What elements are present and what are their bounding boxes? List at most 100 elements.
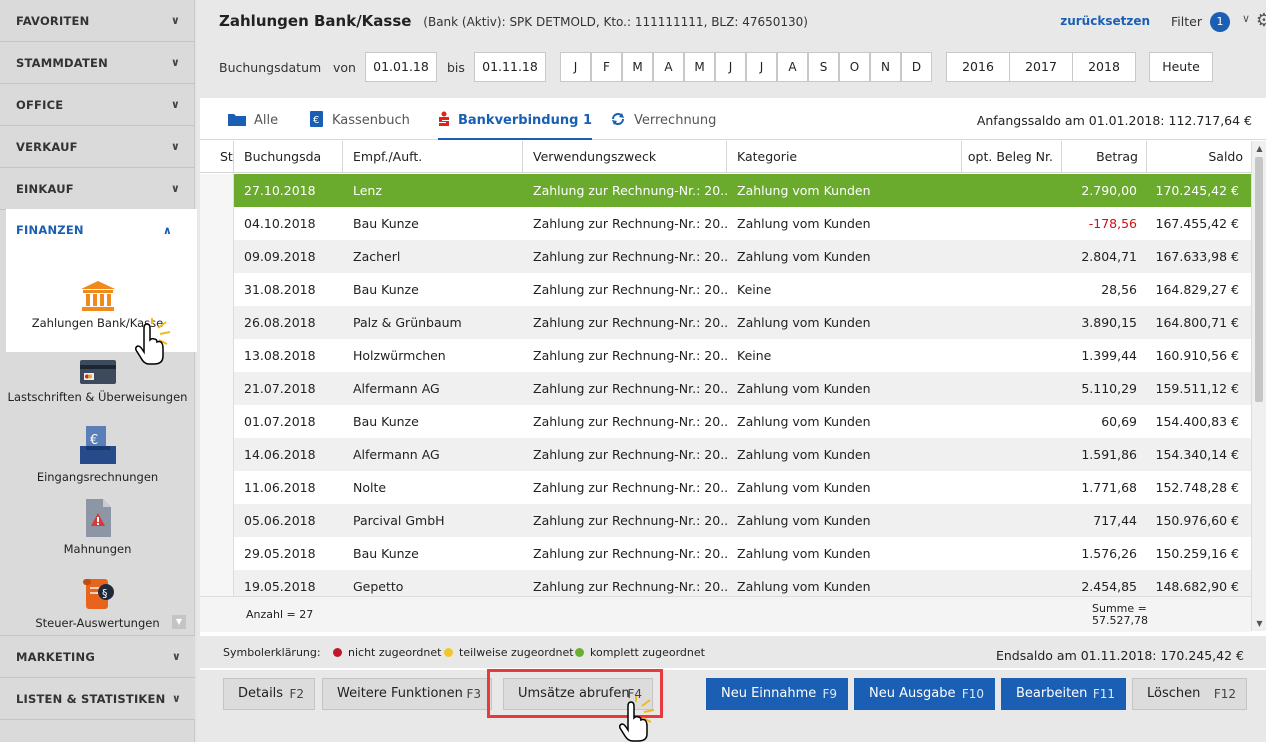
month-button-nov[interactable]: N	[870, 52, 901, 82]
sidebar-item-zahlungen[interactable]: Zahlungen Bank/Kasse	[0, 280, 195, 330]
from-date-input[interactable]: 01.01.18	[365, 52, 437, 82]
legend-item-partial: teilweise zugeordnet	[444, 646, 574, 659]
nav-section-listen-statistiken[interactable]: LISTEN & STATISTIKEN ∨	[0, 678, 195, 720]
nav-section-finanzen[interactable]: FINANZEN ∧	[6, 209, 186, 251]
table-row[interactable]: 29.05.2018 Bau Kunze Zahlung zur Rechnung-…	[200, 537, 1251, 570]
scroll-up-icon[interactable]: ▲	[1252, 141, 1266, 156]
month-button-aug[interactable]: A	[777, 52, 808, 82]
cell-category: Keine	[737, 282, 772, 297]
sidebar: FAVORITEN ∨ STAMMDATEN ∨ OFFICE ∨ VERKAU…	[0, 0, 198, 742]
new-expense-button[interactable]: Neu Ausgabe F10	[854, 678, 995, 710]
cell-purpose: Zahlung zur Rechnung-Nr.: 20...	[533, 480, 727, 495]
tab-kassenbuch[interactable]: € Kassenbuch	[310, 98, 410, 140]
month-button-jul[interactable]: J	[746, 52, 777, 82]
folder-icon	[228, 113, 246, 126]
cell-purpose: Zahlung zur Rechnung-Nr.: 20...	[533, 414, 727, 429]
button-label: Umsätze abrufen	[518, 686, 630, 701]
tab-verrechnung[interactable]: Verrechnung	[610, 98, 716, 140]
cell-status	[200, 537, 234, 570]
sidebar-item-steuer-auswertungen[interactable]: § Steuer-Auswertungen	[0, 576, 195, 630]
tab-bankverbindung-1[interactable]: Bankverbindung 1	[438, 98, 592, 140]
nav-section-favoriten[interactable]: FAVORITEN ∨	[0, 0, 194, 42]
table-row[interactable]: 27.10.2018 Lenz Zahlung zur Rechnung-Nr.: …	[200, 174, 1251, 207]
column-header-amount[interactable]: Betrag	[1062, 141, 1147, 173]
month-button-apr[interactable]: A	[653, 52, 684, 82]
column-header-party[interactable]: Empf./Auft.	[343, 141, 523, 173]
cell-amount: 3.890,15	[1081, 315, 1137, 330]
year-button-2017[interactable]: 2017	[1009, 52, 1073, 82]
date-filter-label: Buchungsdatum	[219, 60, 322, 75]
table-row[interactable]: 11.06.2018 Nolte Zahlung zur Rechnung-Nr.:…	[200, 471, 1251, 504]
cell-status	[200, 471, 234, 504]
nav-section-einkauf[interactable]: EINKAUF ∨	[0, 168, 194, 210]
sidebar-item-lastschriften[interactable]: Lastschriften & Überweisungen	[0, 358, 195, 404]
table-row[interactable]: 31.08.2018 Bau Kunze Zahlung zur Rechnung-…	[200, 273, 1251, 306]
delete-button[interactable]: Löschen F12	[1132, 678, 1247, 710]
table-row[interactable]: 01.07.2018 Bau Kunze Zahlung zur Rechnung-…	[200, 405, 1251, 438]
cell-balance: 170.245,42 €	[1155, 183, 1240, 198]
cell-purpose: Zahlung zur Rechnung-Nr.: 20...	[533, 249, 727, 264]
nav-section-office[interactable]: OFFICE ∨	[0, 84, 194, 126]
month-button-dec[interactable]: D	[901, 52, 932, 82]
column-header-category[interactable]: Kategorie	[727, 141, 962, 173]
month-button-sep[interactable]: S	[808, 52, 839, 82]
month-button-feb[interactable]: F	[591, 52, 622, 82]
year-button-2018[interactable]: 2018	[1072, 52, 1136, 82]
nav-section-verkauf[interactable]: VERKAUF ∨	[0, 126, 194, 168]
cell-party: Bau Kunze	[353, 414, 419, 429]
filter-label[interactable]: Filter	[1171, 14, 1202, 29]
sidebar-item-mahnungen[interactable]: Mahnungen	[0, 498, 195, 556]
table-row[interactable]: 04.10.2018 Bau Kunze Zahlung zur Rechnung-…	[200, 207, 1251, 240]
chevron-down-icon[interactable]: ∨	[1242, 12, 1250, 25]
edit-button[interactable]: Bearbeiten F11	[1001, 678, 1126, 710]
month-button-jan[interactable]: J	[560, 52, 591, 82]
scrollbar-thumb[interactable]	[1255, 157, 1263, 402]
month-button-may[interactable]: M	[684, 52, 715, 82]
cell-amount: 1.576,26	[1081, 546, 1137, 561]
sidebar-scroll-down-icon[interactable]: ▼	[172, 615, 186, 629]
to-date-input[interactable]: 01.11.18	[474, 52, 546, 82]
chevron-down-icon: ∨	[171, 650, 181, 663]
column-header-purpose[interactable]: Verwendungszweck	[523, 141, 727, 173]
table-row[interactable]: 21.07.2018 Alfermann AG Zahlung zur Rechnu…	[200, 372, 1251, 405]
table-row[interactable]: 05.06.2018 Parcival GmbH Zahlung zur Rechn…	[200, 504, 1251, 537]
nav-section-stammdaten[interactable]: STAMMDATEN ∨	[0, 42, 194, 84]
column-header-status[interactable]: St	[200, 141, 234, 173]
column-header-balance[interactable]: Saldo	[1147, 141, 1251, 173]
table-row[interactable]: 14.06.2018 Alfermann AG Zahlung zur Rechnu…	[200, 438, 1251, 471]
cell-receipt	[962, 537, 1054, 570]
column-header-receipt[interactable]: opt. Beleg Nr.	[962, 141, 1062, 173]
month-button-mar[interactable]: M	[622, 52, 653, 82]
column-header-date[interactable]: Buchungsda	[234, 141, 343, 173]
year-button-2016[interactable]: 2016	[946, 52, 1010, 82]
scroll-down-icon[interactable]: ▼	[1252, 616, 1266, 631]
cell-receipt	[962, 339, 1054, 372]
legend-label: komplett zugeordnet	[590, 646, 705, 659]
today-button[interactable]: Heute	[1149, 52, 1213, 82]
fetch-transactions-button[interactable]: Umsätze abrufen F4	[503, 678, 653, 710]
details-button[interactable]: Details F2	[223, 678, 315, 710]
cell-purpose: Zahlung zur Rechnung-Nr.: 20...	[533, 546, 727, 561]
new-income-button[interactable]: Neu Einnahme F9	[706, 678, 848, 710]
reset-link[interactable]: zurücksetzen	[1060, 14, 1150, 28]
bookings-table: St Buchungsda Empf./Auft. Verwendungszwe…	[200, 141, 1266, 629]
tab-alle[interactable]: Alle	[228, 98, 278, 140]
table-row[interactable]: 13.08.2018 Holzwürmchen Zahlung zur Rechnu…	[200, 339, 1251, 372]
cell-balance: 159.511,12 €	[1155, 381, 1240, 396]
tax-report-icon: §	[82, 579, 114, 609]
more-functions-button[interactable]: Weitere Funktionen F3	[322, 678, 492, 710]
month-button-oct[interactable]: O	[839, 52, 870, 82]
cell-purpose: Zahlung zur Rechnung-Nr.: 20...	[533, 216, 727, 231]
cell-purpose: Zahlung zur Rechnung-Nr.: 20...	[533, 282, 727, 297]
gear-icon[interactable]: ⚙	[1256, 10, 1266, 31]
cell-balance: 152.748,28 €	[1155, 480, 1240, 495]
month-button-jun[interactable]: J	[715, 52, 746, 82]
nav-section-marketing[interactable]: MARKETING ∨	[0, 636, 195, 678]
cell-party: Bau Kunze	[353, 282, 419, 297]
table-row[interactable]: 09.09.2018 Zacherl Zahlung zur Rechnung-Nr…	[200, 240, 1251, 273]
vertical-scrollbar[interactable]: ▲ ▼	[1251, 141, 1266, 631]
sidebar-item-eingangsrechnungen[interactable]: € Eingangsrechnungen	[0, 424, 195, 484]
filter-count-badge[interactable]: 1	[1210, 12, 1230, 32]
table-summary: Anzahl = 27 Summe = 57.527,78	[200, 596, 1251, 632]
table-row[interactable]: 26.08.2018 Palz & Grünbaum Zahlung zur Rec…	[200, 306, 1251, 339]
